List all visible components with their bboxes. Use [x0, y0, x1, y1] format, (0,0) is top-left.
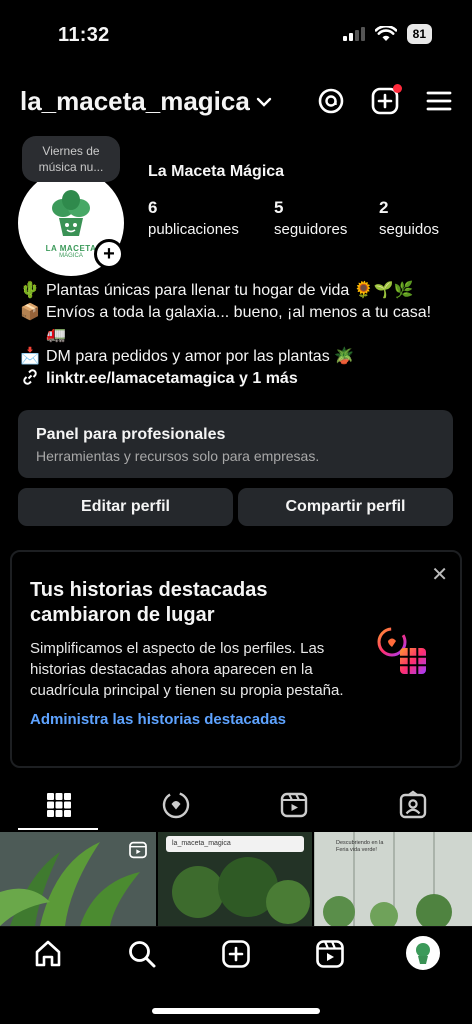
bio-line-1: Plantas únicas para llenar tu hogar de v…: [46, 282, 414, 299]
cactus-icon: 🌵: [20, 282, 40, 299]
note-bubble[interactable]: Viernes de música nu...: [22, 136, 120, 182]
close-icon[interactable]: ✕: [431, 562, 448, 587]
highlights-moved-card: ✕ Tus historias destacadas cambiaron de …: [10, 550, 462, 768]
tab-highlights[interactable]: [161, 790, 191, 820]
reels-icon[interactable]: [314, 938, 346, 975]
menu-icon[interactable]: [424, 86, 454, 116]
add-story-button[interactable]: +: [94, 239, 124, 269]
reel-badge-icon: [129, 841, 147, 859]
tab-tagged[interactable]: [398, 790, 428, 820]
post-tile-2[interactable]: la_maceta_magica: [158, 832, 312, 926]
create-icon[interactable]: [220, 938, 252, 975]
stat-following[interactable]: 2 seguidos: [379, 198, 439, 238]
bio-line-2: Envíos a toda la galaxia... bueno, ¡al m…: [46, 304, 432, 343]
post-caption: Descubriendo en la Feria vida verde!: [336, 840, 384, 853]
highlights-grid-icon: [377, 627, 426, 674]
header-actions: [316, 84, 454, 116]
bio-line-3: DM para pedidos y amor por las plantas 🪴: [46, 348, 355, 365]
status-icons: 81: [342, 24, 432, 44]
logo-text: LA MACETA: [45, 243, 97, 253]
pro-panel-subtitle: Herramientas y recursos solo para empres…: [36, 448, 320, 464]
threads-icon[interactable]: [316, 86, 346, 116]
profile-avatar-nav[interactable]: [406, 936, 440, 970]
professional-dashboard[interactable]: Panel para profesionales Herramientas y …: [18, 410, 453, 478]
search-icon[interactable]: [126, 938, 158, 975]
profile-bio: 🌵 Plantas únicas para llenar tu hogar de …: [20, 280, 450, 393]
card-title: Tus historias destacadas cambiaron de lu…: [30, 579, 268, 626]
plant-logo-icon: [52, 189, 90, 236]
note-text-line1: Viernes de: [42, 144, 100, 158]
card-body: Simplificamos el aspecto de los perfiles…: [30, 640, 344, 699]
profile-display-name: La Maceta Mágica: [148, 163, 285, 180]
signal-icon: [342, 27, 365, 41]
pro-panel-title: Panel para profesionales: [36, 426, 226, 443]
tab-posts-grid[interactable]: [44, 790, 74, 820]
manage-highlights-link[interactable]: Administra las historias destacadas: [30, 711, 444, 728]
create-post-icon[interactable]: [370, 84, 402, 116]
stat-posts[interactable]: 6 publicaciones: [148, 198, 274, 238]
username-label: la_maceta_magica: [20, 86, 250, 116]
edit-profile-button[interactable]: Editar perfil: [18, 488, 233, 526]
notification-dot: [393, 84, 402, 93]
logo-subtext: MÁGICA: [59, 252, 83, 259]
post-tile-3[interactable]: Descubriendo en la Feria vida verde!: [314, 832, 472, 926]
bio-link[interactable]: linktr.ee/lamacetamagica y 1 más: [46, 368, 298, 390]
stat-followers[interactable]: 5 seguidores: [274, 198, 379, 238]
mailbox-icon: 📩: [20, 348, 40, 365]
story-header: la_maceta_magica: [166, 836, 304, 852]
note-text-line2: música nu...: [38, 160, 104, 174]
account-switcher[interactable]: la_maceta_magica: [20, 86, 272, 117]
tab-reels[interactable]: [279, 790, 309, 820]
home-indicator: [152, 1008, 320, 1014]
wifi-icon: [374, 26, 397, 41]
share-profile-button[interactable]: Compartir perfil: [238, 488, 453, 526]
home-icon[interactable]: [32, 938, 64, 975]
link-icon: [20, 368, 40, 393]
profile-stats: 6 publicaciones 5 seguidores 2 seguidos: [148, 198, 439, 238]
status-time: 11:32: [58, 24, 110, 46]
post-tile-1[interactable]: [0, 832, 156, 926]
package-icon: 📦: [20, 304, 40, 321]
active-tab-indicator: [18, 828, 98, 830]
battery-indicator: 81: [406, 24, 432, 44]
chevron-down-icon: [256, 97, 272, 107]
